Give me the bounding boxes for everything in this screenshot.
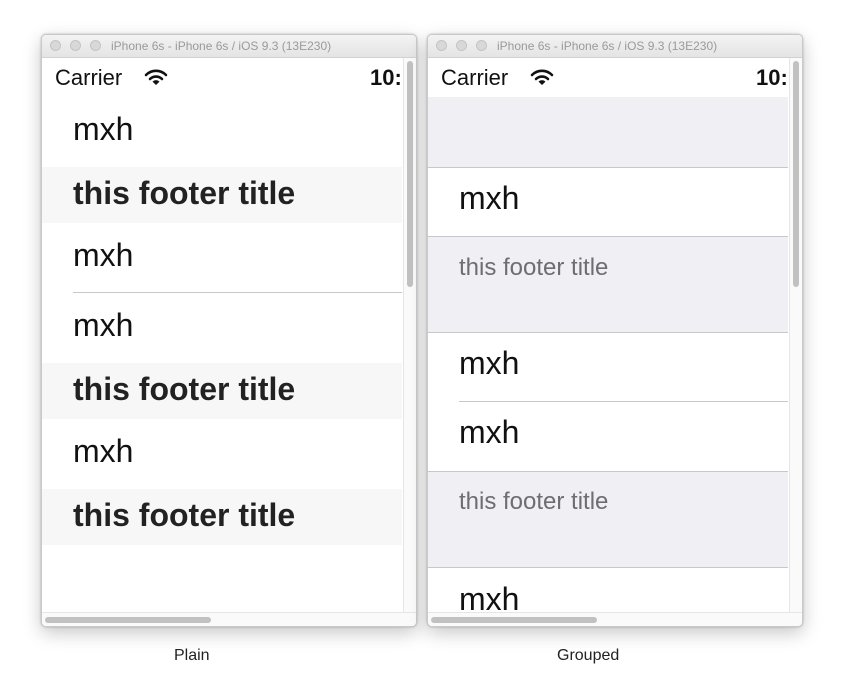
window-title: iPhone 6s - iPhone 6s / iOS 9.3 (13E230)	[497, 39, 718, 53]
simulator-window-grouped: iPhone 6s - iPhone 6s / iOS 9.3 (13E230)…	[427, 34, 803, 627]
table-cell[interactable]: mxh	[428, 402, 788, 471]
zoom-window-button[interactable]	[90, 40, 101, 51]
wifi-icon	[144, 69, 168, 85]
simulator-window-plain: iPhone 6s - iPhone 6s / iOS 9.3 (13E230)…	[41, 34, 417, 627]
footer-title: this footer title	[73, 371, 296, 407]
zoom-window-button[interactable]	[476, 40, 487, 51]
status-bar: Carrier 10:	[428, 58, 788, 98]
section-footer: this footer title	[428, 237, 788, 332]
close-window-button[interactable]	[50, 40, 61, 51]
footer-title: this footer title	[73, 497, 296, 533]
cell-label: mxh	[459, 581, 520, 612]
close-window-button[interactable]	[436, 40, 447, 51]
cell-separator	[73, 292, 402, 293]
caption-plain: Plain	[174, 647, 210, 664]
section-footer: this footer title	[42, 167, 402, 223]
device-screen: Carrier 10: mxh this footer title mxh mx…	[42, 58, 402, 612]
wifi-icon	[530, 69, 554, 85]
section-footer: this footer title	[42, 489, 402, 545]
table-cell[interactable]: mxh	[428, 168, 788, 236]
table-cell[interactable]: mxh	[73, 237, 133, 274]
vertical-scroll-thumb[interactable]	[407, 61, 413, 287]
window-titlebar: iPhone 6s - iPhone 6s / iOS 9.3 (13E230)	[428, 35, 802, 58]
footer-title: this footer title	[459, 488, 609, 515]
table-cell[interactable]: mxh	[428, 333, 788, 401]
table-cell[interactable]: mxh	[428, 568, 788, 612]
section-footer: this footer title	[428, 472, 788, 567]
cell-label: mxh	[459, 180, 520, 216]
vertical-scrollbar[interactable]	[789, 58, 802, 612]
footer-title: this footer title	[73, 175, 296, 211]
table-cell[interactable]: mxh	[73, 111, 133, 148]
table-cell[interactable]: mxh	[73, 433, 133, 470]
window-title: iPhone 6s - iPhone 6s / iOS 9.3 (13E230)	[111, 39, 332, 53]
status-bar: Carrier 10:	[42, 58, 402, 98]
minimize-window-button[interactable]	[70, 40, 81, 51]
vertical-scroll-thumb[interactable]	[793, 61, 799, 287]
cell-label: mxh	[459, 414, 520, 450]
footer-title: this footer title	[459, 254, 609, 281]
window-titlebar: iPhone 6s - iPhone 6s / iOS 9.3 (13E230)	[42, 35, 416, 58]
horizontal-scrollbar[interactable]	[42, 612, 416, 626]
minimize-window-button[interactable]	[456, 40, 467, 51]
cell-label: mxh	[459, 345, 520, 381]
table-cell[interactable]: mxh	[73, 307, 133, 344]
caption-grouped: Grouped	[557, 647, 620, 664]
section-footer: this footer title	[42, 363, 402, 419]
horizontal-scroll-thumb[interactable]	[45, 617, 211, 623]
section-header-spacer	[428, 97, 788, 167]
carrier-label: Carrier	[55, 65, 123, 90]
horizontal-scrollbar[interactable]	[428, 612, 802, 626]
vertical-scrollbar[interactable]	[403, 58, 416, 612]
clock-label: 10:	[370, 65, 402, 90]
horizontal-scroll-thumb[interactable]	[431, 617, 597, 623]
carrier-label: Carrier	[441, 65, 509, 90]
device-screen: Carrier 10: mxh this footer title mxh mx…	[428, 58, 788, 612]
clock-label: 10:	[756, 65, 788, 90]
